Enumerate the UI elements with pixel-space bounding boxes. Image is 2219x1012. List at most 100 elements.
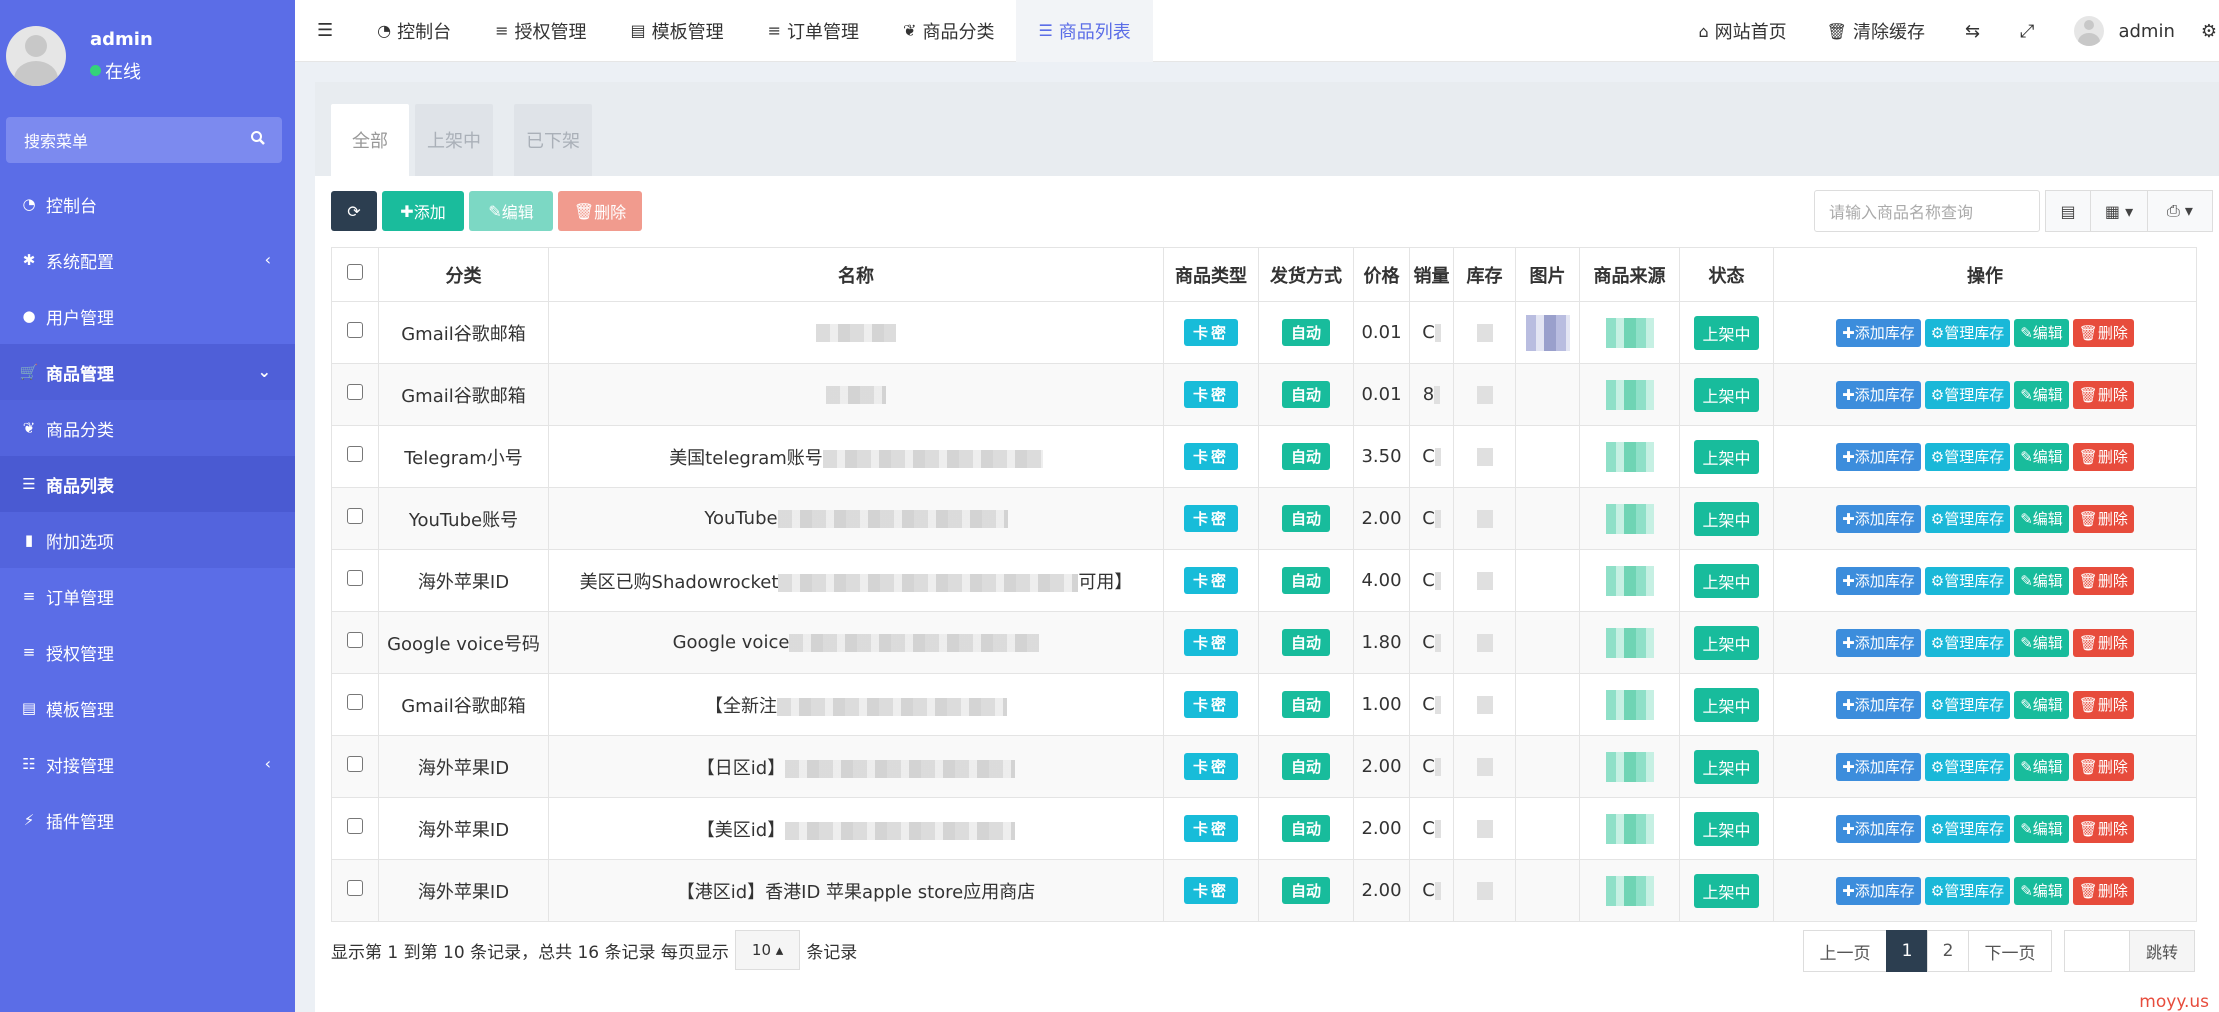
add-stock-button[interactable]: ✚ 添加库存 <box>1836 814 1921 843</box>
sidebar-item-plugins[interactable]: ⚡ 插件管理 <box>0 792 295 848</box>
manage-stock-button[interactable]: ⚙ 管理库存 <box>1924 566 2011 595</box>
manage-stock-button[interactable]: ⚙ 管理库存 <box>1924 628 2011 657</box>
status-badge[interactable]: 上架中 <box>1694 625 1759 660</box>
delete-row-button[interactable]: 🗑 删除 <box>2072 380 2134 409</box>
edit-row-button[interactable]: ✎ 编辑 <box>2014 566 2069 595</box>
edit-row-button[interactable]: ✎ 编辑 <box>2014 752 2069 781</box>
row-checkbox[interactable] <box>347 570 363 586</box>
toggle-view-button[interactable]: ▤ <box>2045 190 2091 232</box>
manage-stock-button[interactable]: ⚙ 管理库存 <box>1924 752 2011 781</box>
manage-stock-button[interactable]: ⚙ 管理库存 <box>1924 442 2011 471</box>
sidebar-item-integration[interactable]: ☷ 对接管理 ‹ <box>0 736 295 792</box>
delete-row-button[interactable]: 🗑 删除 <box>2072 566 2134 595</box>
site-home-link[interactable]: ⌂ 网站首页 <box>1678 0 1806 62</box>
add-stock-button[interactable]: ✚ 添加库存 <box>1836 752 1921 781</box>
delete-row-button[interactable]: 🗑 删除 <box>2072 628 2134 657</box>
clear-cache-button[interactable]: 🗑 清除缓存 <box>1807 0 1945 62</box>
edit-row-button[interactable]: ✎ 编辑 <box>2014 504 2069 533</box>
edit-row-button[interactable]: ✎ 编辑 <box>2014 442 2069 471</box>
sidebar-item-product-list[interactable]: ☰ 商品列表 <box>0 456 295 512</box>
status-badge[interactable]: 上架中 <box>1694 563 1759 598</box>
tab-off-sale[interactable]: 已下架 <box>514 104 592 176</box>
settings-button[interactable]: ⚙ <box>2195 0 2219 62</box>
product-thumbnail[interactable] <box>1525 314 1570 351</box>
manage-stock-button[interactable]: ⚙ 管理库存 <box>1924 814 2011 843</box>
manage-stock-button[interactable]: ⚙ 管理库存 <box>1924 690 2011 719</box>
page-1-button[interactable]: 1 <box>1886 930 1928 972</box>
add-stock-button[interactable]: ✚ 添加库存 <box>1836 442 1921 471</box>
jump-button[interactable]: 跳转 <box>2129 930 2195 972</box>
delete-row-button[interactable]: 🗑 删除 <box>2072 318 2134 347</box>
manage-stock-button[interactable]: ⚙ 管理库存 <box>1924 504 2011 533</box>
edit-row-button[interactable]: ✎ 编辑 <box>2014 690 2069 719</box>
tab-orders[interactable]: ≡ 订单管理 <box>746 0 881 62</box>
add-stock-button[interactable]: ✚ 添加库存 <box>1836 504 1921 533</box>
status-badge[interactable]: 上架中 <box>1694 315 1759 350</box>
row-checkbox[interactable] <box>347 508 363 524</box>
edit-row-button[interactable]: ✎ 编辑 <box>2014 814 2069 843</box>
add-button[interactable]: ✚ 添加 <box>382 191 464 231</box>
row-checkbox[interactable] <box>347 818 363 834</box>
sidebar-item-dashboard[interactable]: ◔ 控制台 <box>0 176 295 232</box>
status-badge[interactable]: 上架中 <box>1694 811 1759 846</box>
fullscreen-button[interactable]: ⤢ <box>2000 0 2054 62</box>
sidebar-item-users[interactable]: ● 用户管理 <box>0 288 295 344</box>
user-menu[interactable]: admin <box>2054 0 2194 62</box>
add-stock-button[interactable]: ✚ 添加库存 <box>1836 318 1921 347</box>
edit-row-button[interactable]: ✎ 编辑 <box>2014 318 2069 347</box>
tab-product-list[interactable]: ☰ 商品列表 <box>1016 0 1153 62</box>
tab-templates[interactable]: ▤ 模板管理 <box>609 0 746 62</box>
select-all-checkbox[interactable] <box>347 264 363 280</box>
add-stock-button[interactable]: ✚ 添加库存 <box>1836 566 1921 595</box>
jump-page-input[interactable] <box>2064 930 2130 972</box>
status-badge[interactable]: 上架中 <box>1694 749 1759 784</box>
edit-row-button[interactable]: ✎ 编辑 <box>2014 628 2069 657</box>
page-2-button[interactable]: 2 <box>1927 930 1969 972</box>
status-badge[interactable]: 上架中 <box>1694 687 1759 722</box>
columns-button[interactable]: ▦ ▾ <box>2090 190 2148 232</box>
delete-row-button[interactable]: 🗑 删除 <box>2072 814 2134 843</box>
add-stock-button[interactable]: ✚ 添加库存 <box>1836 380 1921 409</box>
add-stock-button[interactable]: ✚ 添加库存 <box>1836 628 1921 657</box>
sidebar-item-extra-options[interactable]: ▮ 附加选项 <box>0 512 295 568</box>
tab-license[interactable]: ≡ 授权管理 <box>473 0 608 62</box>
page-size-select[interactable]: 10 ▴ <box>734 930 801 970</box>
tab-all[interactable]: 全部 <box>331 104 409 176</box>
search-icon[interactable] <box>250 130 266 150</box>
row-checkbox[interactable] <box>347 880 363 896</box>
manage-stock-button[interactable]: ⚙ 管理库存 <box>1924 318 2011 347</box>
tab-dashboard[interactable]: ◔ 控制台 <box>355 0 473 62</box>
row-checkbox[interactable] <box>347 694 363 710</box>
delete-row-button[interactable]: 🗑 删除 <box>2072 504 2134 533</box>
sidebar-item-orders[interactable]: ≡ 订单管理 <box>0 568 295 624</box>
row-checkbox[interactable] <box>347 446 363 462</box>
row-checkbox[interactable] <box>347 756 363 772</box>
manage-stock-button[interactable]: ⚙ 管理库存 <box>1924 876 2011 905</box>
status-badge[interactable]: 上架中 <box>1694 439 1759 474</box>
delete-button[interactable]: 🗑 删除 <box>558 191 642 231</box>
tab-product-category[interactable]: ❦ 商品分类 <box>881 0 1016 62</box>
sidebar-item-templates[interactable]: ▤ 模板管理 <box>0 680 295 736</box>
edit-row-button[interactable]: ✎ 编辑 <box>2014 876 2069 905</box>
add-stock-button[interactable]: ✚ 添加库存 <box>1836 876 1921 905</box>
export-button[interactable]: ⎙ ▾ <box>2147 190 2213 232</box>
language-button[interactable]: ⇆ <box>1945 0 2000 62</box>
add-stock-button[interactable]: ✚ 添加库存 <box>1836 690 1921 719</box>
product-search-input[interactable]: 请输入商品名称查询 <box>1814 190 2040 232</box>
sidebar-toggle-button[interactable]: ☰ <box>295 0 355 62</box>
sidebar-item-products[interactable]: 🛒 商品管理 ⌄ <box>0 344 295 400</box>
status-badge[interactable]: 上架中 <box>1694 377 1759 412</box>
row-checkbox[interactable] <box>347 632 363 648</box>
delete-row-button[interactable]: 🗑 删除 <box>2072 442 2134 471</box>
edit-row-button[interactable]: ✎ 编辑 <box>2014 380 2069 409</box>
delete-row-button[interactable]: 🗑 删除 <box>2072 690 2134 719</box>
delete-row-button[interactable]: 🗑 删除 <box>2072 752 2134 781</box>
row-checkbox[interactable] <box>347 322 363 338</box>
sidebar-item-system-config[interactable]: ✱ 系统配置 ‹ <box>0 232 295 288</box>
sidebar-item-license[interactable]: ≡ 授权管理 <box>0 624 295 680</box>
manage-stock-button[interactable]: ⚙ 管理库存 <box>1924 380 2011 409</box>
status-badge[interactable]: 上架中 <box>1694 873 1759 908</box>
prev-page-button[interactable]: 上一页 <box>1803 930 1887 972</box>
refresh-button[interactable]: ⟳ <box>331 191 377 231</box>
tab-on-sale[interactable]: 上架中 <box>415 104 493 176</box>
